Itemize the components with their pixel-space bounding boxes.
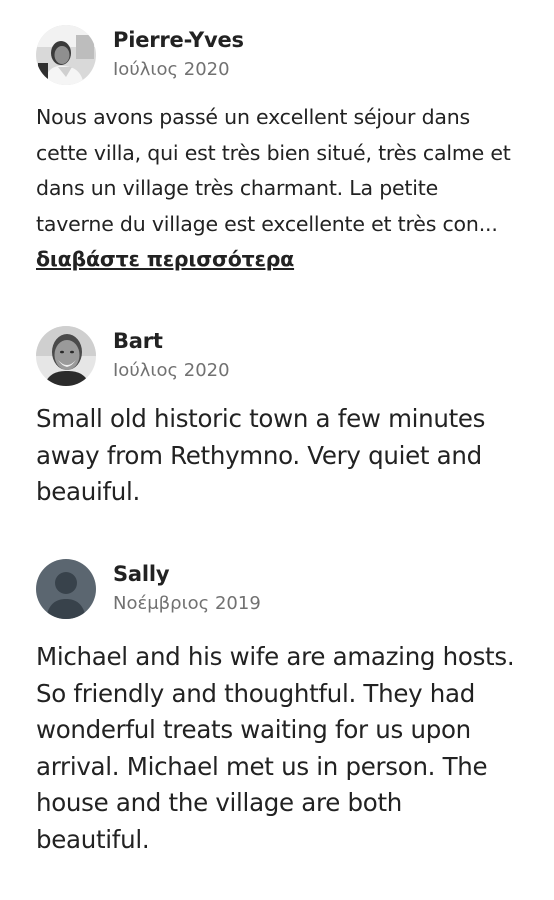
review-date: Νοέμβριος 2019	[113, 593, 261, 614]
review-item: Pierre-Yves Ιούλιος 2020 Nous avons pass…	[36, 25, 526, 278]
review-item: Bart Ιούλιος 2020 Small old historic tow…	[36, 326, 526, 511]
review-meta: Pierre-Yves Ιούλιος 2020	[113, 25, 244, 82]
user-photo-icon	[36, 25, 96, 85]
review-date: Ιούλιος 2020	[113, 360, 230, 381]
review-text-container: Nous avons passé un excellent séjour dan…	[36, 100, 516, 278]
review-author: Bart	[113, 329, 163, 353]
avatar[interactable]	[36, 326, 96, 386]
avatar[interactable]	[36, 25, 96, 85]
review-date: Ιούλιος 2020	[113, 59, 230, 80]
review-meta: Bart Ιούλιος 2020	[113, 326, 230, 383]
review-author: Sally	[113, 562, 170, 586]
user-photo-icon	[36, 326, 96, 386]
review-author: Pierre-Yves	[113, 28, 244, 52]
review-header: Pierre-Yves Ιούλιος 2020	[36, 25, 526, 85]
review-text: Michael and his wife are amazing hosts. …	[36, 642, 515, 854]
review-header: Bart Ιούλιος 2020	[36, 326, 526, 386]
review-text: Nous avons passé un excellent séjour dan…	[36, 105, 511, 236]
default-user-icon	[36, 559, 96, 619]
review-text: Small old historic town a few minutes aw…	[36, 404, 486, 506]
read-more-link[interactable]: διαβάστε περισσότερα	[36, 247, 294, 271]
review-item: Sally Νοέμβριος 2019 Michael and his wif…	[36, 559, 526, 858]
review-header: Sally Νοέμβριος 2019	[36, 559, 526, 619]
avatar[interactable]	[36, 559, 96, 619]
review-meta: Sally Νοέμβριος 2019	[113, 559, 261, 616]
